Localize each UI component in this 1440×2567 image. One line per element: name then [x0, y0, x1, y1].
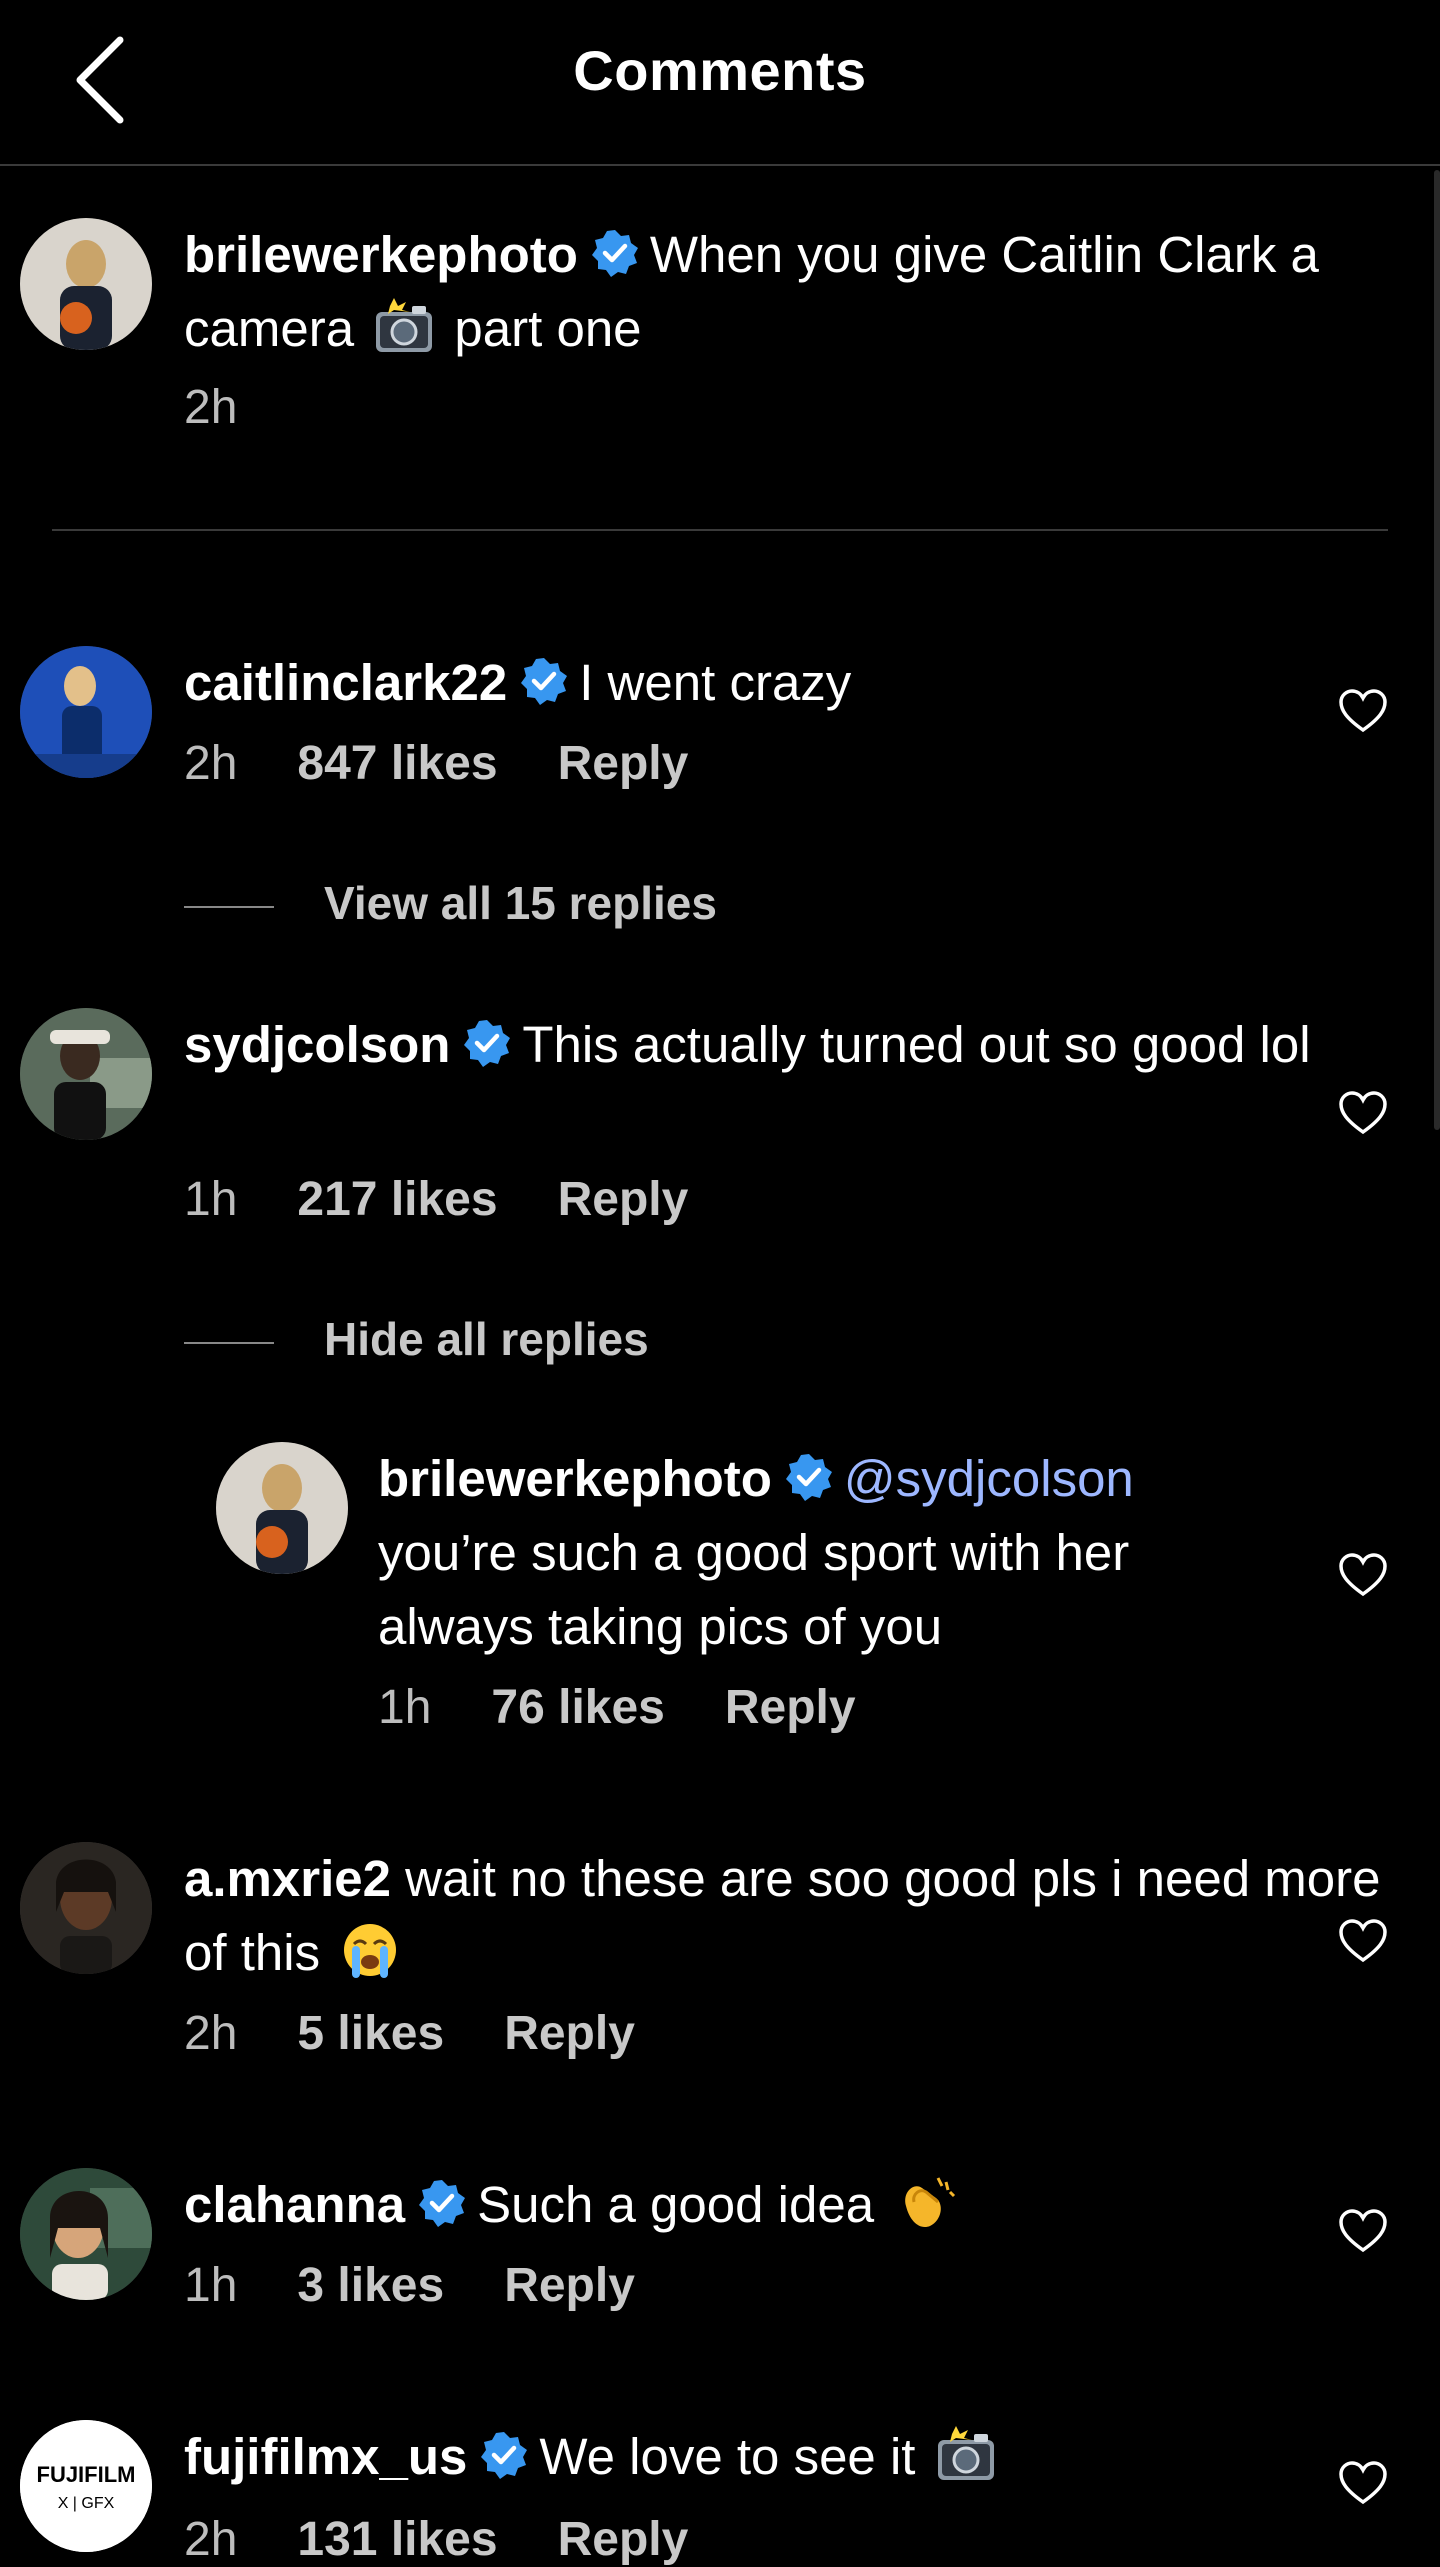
reply-button[interactable]: Reply [504, 2007, 635, 2060]
comment-text: a.mxrie2 wait no these are soo good pls … [184, 1842, 1394, 1990]
view-replies-button[interactable]: View all 15 replies [184, 876, 717, 930]
avatar[interactable] [20, 1008, 152, 1140]
timestamp: 2h [184, 2513, 238, 2566]
comment-meta: 1h 3 likes Reply [184, 2258, 695, 2313]
verified-badge-icon [481, 2432, 528, 2479]
username[interactable]: clahanna [184, 2176, 405, 2233]
reply-text: brilewerkephoto @sydjcolson you’re such a… [378, 1442, 1258, 1664]
likes-count[interactable]: 131 likes [297, 2513, 497, 2566]
reply-button[interactable]: Reply [558, 1173, 689, 1226]
timestamp: 1h [184, 2259, 238, 2312]
reply-button[interactable]: Reply [504, 2259, 635, 2312]
comment-body: This actually turned out so good lol [522, 1016, 1311, 1073]
verified-badge-icon [785, 1454, 832, 1501]
username[interactable]: caitlinclark22 [184, 654, 507, 711]
hide-replies-button[interactable]: Hide all replies [184, 1312, 649, 1366]
heart-icon[interactable] [1338, 2460, 1388, 2506]
heart-icon[interactable] [1338, 1090, 1388, 1136]
heart-icon[interactable] [1338, 1918, 1388, 1964]
likes-count[interactable]: 5 likes [297, 2007, 444, 2060]
reply-button[interactable]: Reply [558, 737, 689, 790]
scrollbar[interactable] [1434, 170, 1440, 1130]
camera-emoji-icon [376, 298, 433, 352]
comment-meta: 2h 5 likes Reply [184, 2006, 695, 2061]
page-title: Comments [573, 39, 867, 102]
reply-button[interactable]: Reply [725, 1681, 856, 1734]
camera-emoji-icon [937, 2426, 994, 2480]
mention-link[interactable]: @sydjcolson [844, 1450, 1134, 1507]
avatar[interactable] [20, 646, 152, 778]
username[interactable]: sydjcolson [184, 1016, 450, 1073]
header-bar: Comments [0, 0, 1440, 166]
reply-meta: 1h 76 likes Reply [378, 1680, 916, 1735]
view-replies-label: View all 15 replies [324, 877, 717, 929]
verified-badge-icon [591, 230, 638, 277]
likes-count[interactable]: 3 likes [297, 2259, 444, 2312]
avatar[interactable] [20, 2168, 152, 2300]
comment-text: clahanna Such a good idea [184, 2168, 1394, 2242]
comment-text: sydjcolson This actually turned out so go… [184, 1008, 1394, 1082]
verified-badge-icon [464, 1020, 511, 1067]
reply-button[interactable]: Reply [558, 2513, 689, 2566]
logo-text-line2: X | GFX [58, 2495, 115, 2512]
username[interactable]: fujifilmx_us [184, 2428, 467, 2485]
comment-body: I went crazy [579, 654, 852, 711]
thread-line [184, 905, 274, 908]
timestamp: 1h [378, 1681, 432, 1734]
likes-count[interactable]: 76 likes [491, 1681, 664, 1734]
comment-meta: 2h 131 likes Reply [184, 2512, 748, 2567]
caption-body-2: part one [454, 300, 642, 357]
timestamp: 2h [184, 381, 238, 434]
heart-icon[interactable] [1338, 688, 1388, 734]
username[interactable]: a.mxrie2 [184, 1850, 391, 1907]
comment-text: caitlinclark22 I went crazy [184, 646, 1394, 720]
avatar[interactable] [20, 1842, 152, 1974]
comment-text: fujifilmx_us We love to see it [184, 2420, 1394, 2494]
comment-body: We love to see it [539, 2428, 916, 2485]
thread-line [184, 1341, 274, 1344]
likes-count[interactable]: 847 likes [297, 737, 497, 790]
avatar[interactable] [20, 218, 152, 350]
avatar[interactable] [216, 1442, 348, 1574]
clapping-emoji-icon [905, 2177, 956, 2228]
timestamp: 2h [184, 737, 238, 790]
timestamp: 2h [184, 2007, 238, 2060]
verified-badge-icon [521, 658, 568, 705]
reply-body: you’re such a good sport with her always… [378, 1524, 1130, 1655]
heart-icon[interactable] [1338, 1552, 1388, 1598]
comment-body: Such a good idea [477, 2176, 875, 2233]
verified-badge-icon [419, 2180, 466, 2227]
username[interactable]: brilewerkephoto [184, 226, 578, 283]
logo-text-line1: FUJIFILM [37, 2462, 136, 2487]
username[interactable]: brilewerkephoto [378, 1450, 772, 1507]
comment-meta: 2h 847 likes Reply [184, 736, 748, 791]
fujifilm-logo-avatar[interactable]: FUJIFILM X | GFX [20, 2420, 152, 2552]
crying-emoji-icon [344, 1924, 397, 1978]
timestamp: 1h [184, 1173, 238, 1226]
likes-count[interactable]: 217 likes [297, 1173, 497, 1226]
caption-text: brilewerkephoto When you give Caitlin Cla… [184, 218, 1394, 366]
hide-replies-label: Hide all replies [324, 1313, 649, 1365]
divider [52, 529, 1388, 531]
comment-meta: 1h 217 likes Reply [184, 1172, 748, 1227]
caption-meta: 2h [184, 380, 297, 435]
heart-icon[interactable] [1338, 2208, 1388, 2254]
